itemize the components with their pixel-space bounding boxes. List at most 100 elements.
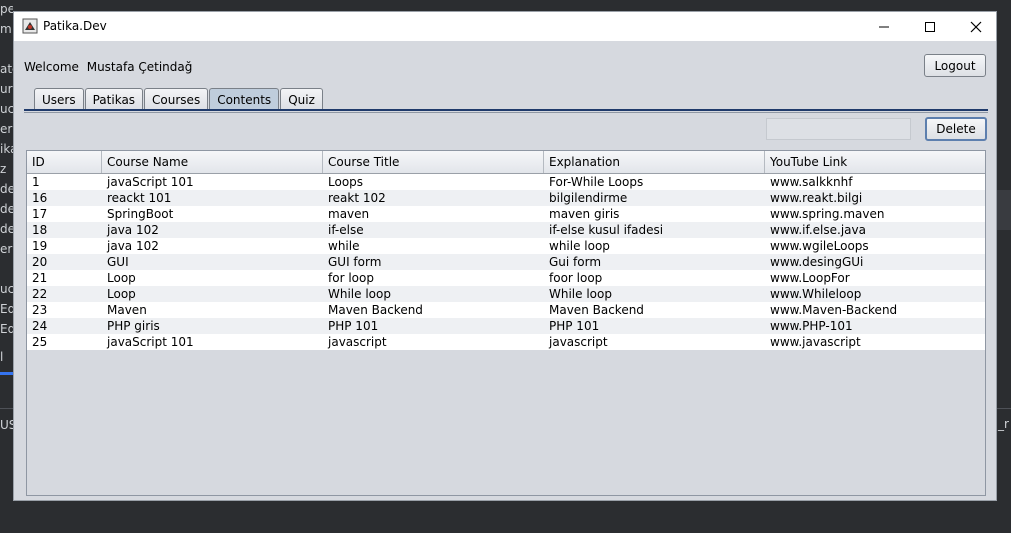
cell-id[interactable]: 19: [27, 238, 102, 254]
cell-course-title[interactable]: GUI form: [323, 254, 544, 270]
cell-explanation[interactable]: foor loop: [544, 270, 765, 286]
cell-id[interactable]: 23: [27, 302, 102, 318]
cell-course-title[interactable]: if-else: [323, 222, 544, 238]
cell-youtube-link[interactable]: www.PHP-101: [765, 318, 985, 334]
cell-id[interactable]: 24: [27, 318, 102, 334]
close-button[interactable]: [953, 12, 999, 41]
cell-course-title[interactable]: javascript: [323, 334, 544, 350]
cell-course-name[interactable]: javaScript 101: [102, 334, 323, 350]
app-window: Patika.Dev Welcome Mustafa Çetindağ Logo…: [13, 11, 997, 501]
cell-course-title[interactable]: Loops: [323, 174, 544, 190]
welcome-label: Welcome: [24, 60, 79, 74]
cell-id[interactable]: 25: [27, 334, 102, 350]
cell-explanation[interactable]: For-While Loops: [544, 174, 765, 190]
tab-patikas[interactable]: Patikas: [84, 88, 144, 110]
delete-button[interactable]: Delete: [925, 117, 987, 141]
minimize-button[interactable]: [861, 12, 907, 41]
tab-underline: [24, 109, 988, 111]
background-right-text: _r: [998, 417, 1009, 431]
cell-course-title[interactable]: reakt 102: [323, 190, 544, 206]
background-text-fragment: urs: [0, 82, 13, 96]
table-row[interactable]: 17 SpringBoot maven maven giris www.spring.m…: [27, 206, 985, 222]
user-name: Mustafa Çetindağ: [86, 60, 193, 74]
table-row[interactable]: 20 GUI GUI form Gui form www.desingGUi: [27, 254, 985, 270]
background-text-fragment: ika: [0, 142, 13, 156]
cell-youtube-link[interactable]: www.desingGUi: [765, 254, 985, 270]
cell-youtube-link[interactable]: www.javascript: [765, 334, 985, 350]
table-row[interactable]: 18 java 102 if-else if-else kusul ifadesi ww…: [27, 222, 985, 238]
cell-course-name[interactable]: java 102: [102, 238, 323, 254]
table-row[interactable]: 22 Loop While loop While loop www.Whileloop: [27, 286, 985, 302]
cell-course-title[interactable]: maven: [323, 206, 544, 222]
cell-course-title[interactable]: Maven Backend: [323, 302, 544, 318]
cell-explanation[interactable]: While loop: [544, 286, 765, 302]
title-bar: Patika.Dev: [14, 12, 996, 41]
cell-youtube-link[interactable]: www.Whileloop: [765, 286, 985, 302]
tab-users[interactable]: Users: [34, 88, 84, 110]
background-text-fragment: m: [0, 22, 12, 36]
cell-id[interactable]: 20: [27, 254, 102, 270]
cell-youtube-link[interactable]: www.wgileLoops: [765, 238, 985, 254]
cell-youtube-link[interactable]: www.spring.maven: [765, 206, 985, 222]
background-text-fragment: era: [0, 122, 13, 136]
logout-button[interactable]: Logout: [924, 54, 986, 77]
cell-course-title[interactable]: While loop: [323, 286, 544, 302]
table-row[interactable]: 25 javaScript 101 javascript javascript www.…: [27, 334, 985, 350]
column-header-youtube-link[interactable]: YouTube Link: [765, 151, 985, 173]
column-header-explanation[interactable]: Explanation: [544, 151, 765, 173]
table-row[interactable]: 1 javaScript 101 Loops For-While Loops www.s…: [27, 174, 985, 190]
cell-course-name[interactable]: reackt 101: [102, 190, 323, 206]
cell-id[interactable]: 22: [27, 286, 102, 302]
cell-course-name[interactable]: Loop: [102, 286, 323, 302]
background-accent-stripe: [0, 372, 13, 375]
cell-youtube-link[interactable]: www.if.else.java: [765, 222, 985, 238]
cell-id[interactable]: 16: [27, 190, 102, 206]
cell-course-title[interactable]: for loop: [323, 270, 544, 286]
cell-id[interactable]: 17: [27, 206, 102, 222]
cell-explanation[interactable]: Maven Backend: [544, 302, 765, 318]
cell-youtube-link[interactable]: www.salkknhf: [765, 174, 985, 190]
table-row[interactable]: 23 Maven Maven Backend Maven Backend www.Mav…: [27, 302, 985, 318]
column-header-course-title[interactable]: Course Title: [323, 151, 544, 173]
tab-quiz[interactable]: Quiz: [280, 88, 323, 110]
cell-course-name[interactable]: PHP giris: [102, 318, 323, 334]
contents-table[interactable]: ID Course Name Course Title Explanation …: [26, 150, 986, 496]
cell-explanation[interactable]: Gui form: [544, 254, 765, 270]
tab-contents[interactable]: Contents: [209, 88, 280, 110]
cell-explanation[interactable]: maven giris: [544, 206, 765, 222]
table-row[interactable]: 19 java 102 while while loop www.wgileLoops: [27, 238, 985, 254]
cell-youtube-link[interactable]: www.Maven-Backend: [765, 302, 985, 318]
close-icon: [970, 21, 982, 32]
cell-explanation[interactable]: PHP 101: [544, 318, 765, 334]
cell-course-name[interactable]: javaScript 101: [102, 174, 323, 190]
cell-explanation[interactable]: if-else kusul ifadesi: [544, 222, 765, 238]
window-title: Patika.Dev: [43, 19, 107, 33]
cell-course-name[interactable]: Maven: [102, 302, 323, 318]
background-text-fragment: l: [0, 350, 4, 364]
cell-id[interactable]: 1: [27, 174, 102, 190]
cell-youtube-link[interactable]: www.reakt.bilgi: [765, 190, 985, 206]
maximize-button[interactable]: [907, 12, 953, 41]
cell-explanation[interactable]: bilgilendirme: [544, 190, 765, 206]
cell-id[interactable]: 18: [27, 222, 102, 238]
table-row[interactable]: 16 reackt 101 reakt 102 bilgilendirme www.re…: [27, 190, 985, 206]
cell-course-name[interactable]: Loop: [102, 270, 323, 286]
cell-explanation[interactable]: while loop: [544, 238, 765, 254]
content-id-input[interactable]: [766, 118, 911, 140]
table-row[interactable]: 24 PHP giris PHP 101 PHP 101 www.PHP-101: [27, 318, 985, 334]
cell-id[interactable]: 21: [27, 270, 102, 286]
column-header-id[interactable]: ID: [27, 151, 102, 173]
cell-youtube-link[interactable]: www.LoopFor: [765, 270, 985, 286]
cell-explanation[interactable]: javascript: [544, 334, 765, 350]
tab-bar: Users Patikas Courses Contents Quiz: [34, 88, 324, 110]
cell-course-name[interactable]: java 102: [102, 222, 323, 238]
table-row[interactable]: 21 Loop for loop foor loop www.LoopFor: [27, 270, 985, 286]
cell-course-title[interactable]: PHP 101: [323, 318, 544, 334]
column-header-course-name[interactable]: Course Name: [102, 151, 323, 173]
background-text-fragment: uca: [0, 102, 13, 116]
cell-course-name[interactable]: GUI: [102, 254, 323, 270]
cell-course-name[interactable]: SpringBoot: [102, 206, 323, 222]
background-text-fragment: uca: [0, 282, 13, 296]
cell-course-title[interactable]: while: [323, 238, 544, 254]
tab-courses[interactable]: Courses: [144, 88, 209, 110]
